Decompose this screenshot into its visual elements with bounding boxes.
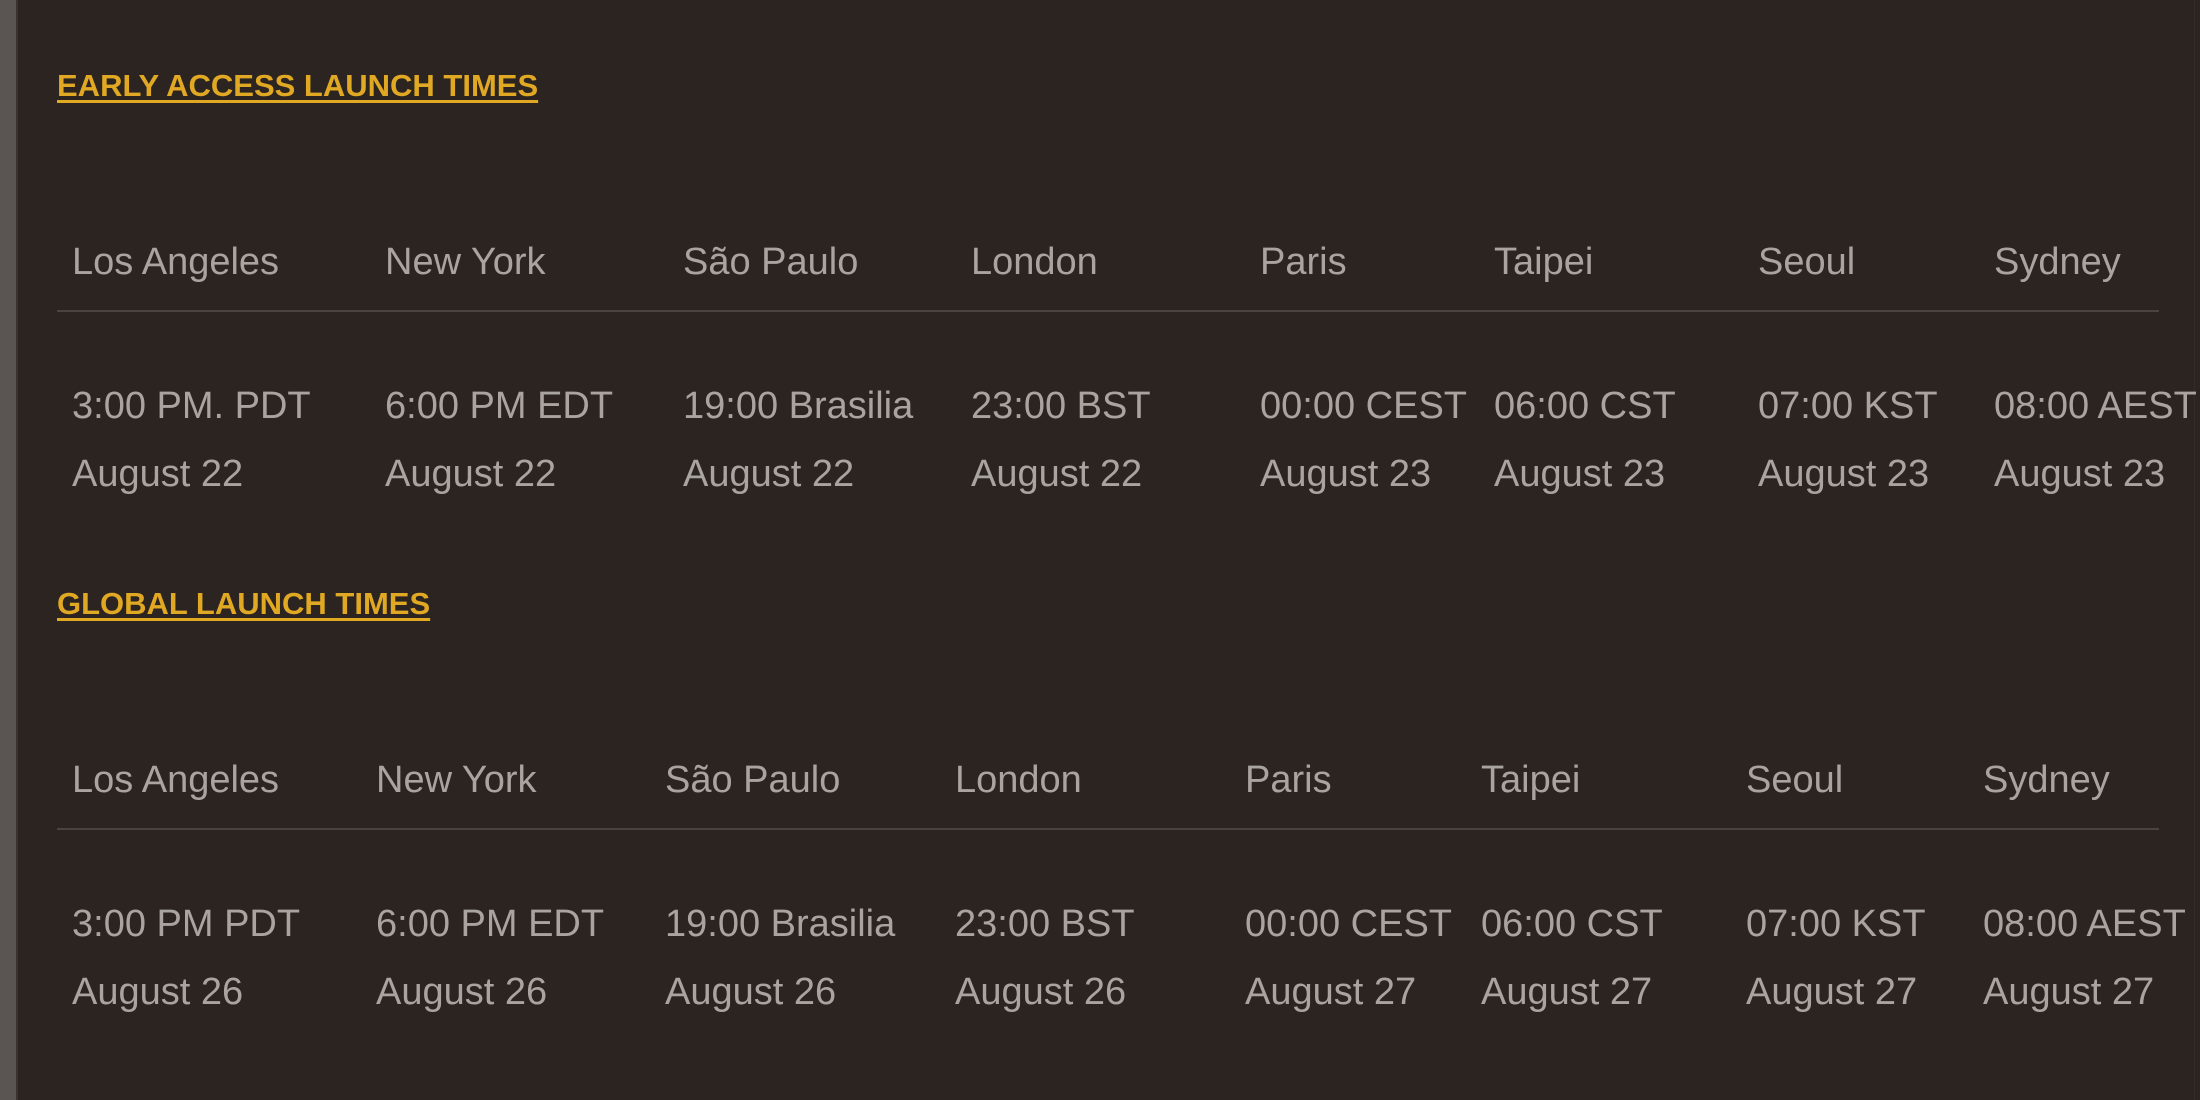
right-edge: [2194, 0, 2195, 1100]
launch-time: 08:00 AEST: [1994, 385, 2197, 427]
time-cell: 00:00 CEST August 23: [1245, 311, 1479, 508]
time-cell: 3:00 PM. PDT August 22: [57, 311, 370, 508]
table-row: 3:00 PM PDT August 26 6:00 PM EDT August 2…: [57, 829, 2186, 1026]
time-cell: 07:00 KST August 27: [1731, 829, 1968, 1026]
launch-date: August 27: [1983, 971, 2155, 1013]
launch-time: 07:00 KST: [1746, 903, 1926, 945]
time-cell: 6:00 PM EDT August 22: [370, 311, 668, 508]
launch-time: 3:00 PM. PDT: [72, 385, 311, 427]
launch-time: 3:00 PM PDT: [72, 903, 301, 945]
launch-date: August 22: [72, 453, 244, 495]
city-header: São Paulo: [650, 758, 940, 830]
city-header: Sydney: [1968, 758, 2159, 830]
table-row: 3:00 PM. PDT August 22 6:00 PM EDT August …: [57, 311, 2197, 508]
launch-date: August 26: [955, 971, 1127, 1013]
launch-time: 23:00 BST: [971, 385, 1151, 427]
table-header-row: Los Angeles New York São Paulo London Pa…: [57, 240, 2159, 312]
launch-time: 06:00 CST: [1494, 385, 1676, 427]
launch-date: August 26: [72, 971, 244, 1013]
launch-date: August 26: [376, 971, 548, 1013]
city-header: Sydney: [1979, 240, 2159, 312]
time-cell: 3:00 PM PDT August 26: [57, 829, 361, 1026]
city-header: Seoul: [1731, 758, 1968, 830]
time-cell: 06:00 CST August 27: [1466, 829, 1731, 1026]
launch-time: 00:00 CEST: [1245, 903, 1452, 945]
launch-time: 19:00 Brasilia: [665, 903, 896, 945]
launch-date: August 26: [665, 971, 837, 1013]
time-cell: 08:00 AEST August 27: [1968, 829, 2186, 1026]
launch-time: 19:00 Brasilia: [683, 385, 914, 427]
city-header: Paris: [1230, 758, 1466, 830]
time-cell: 19:00 Brasilia August 26: [650, 829, 940, 1026]
city-header: Los Angeles: [57, 240, 370, 312]
city-header: São Paulo: [668, 240, 956, 312]
city-header: Taipei: [1479, 240, 1743, 312]
launch-date: August 27: [1746, 971, 1918, 1013]
launch-time: 00:00 CEST: [1260, 385, 1467, 427]
city-header: New York: [361, 758, 650, 830]
time-cell: 23:00 BST August 26: [940, 829, 1230, 1026]
launch-date: August 22: [971, 453, 1143, 495]
launch-date: August 27: [1245, 971, 1417, 1013]
launch-date: August 23: [1994, 453, 2166, 495]
table-header-row: Los Angeles New York São Paulo London Pa…: [57, 758, 2159, 830]
launch-date: August 22: [683, 453, 855, 495]
time-cell: 19:00 Brasilia August 22: [668, 311, 956, 508]
launch-time: 06:00 CST: [1481, 903, 1663, 945]
launch-time: 08:00 AEST: [1983, 903, 2186, 945]
time-cell: 00:00 CEST August 27: [1230, 829, 1466, 1026]
time-cell: 06:00 CST August 23: [1479, 311, 1743, 508]
time-cell: 23:00 BST August 22: [956, 311, 1245, 508]
city-header: Paris: [1245, 240, 1479, 312]
launch-date: August 23: [1494, 453, 1666, 495]
launch-time: 07:00 KST: [1758, 385, 1938, 427]
city-header: London: [940, 758, 1230, 830]
launch-date: August 23: [1758, 453, 1930, 495]
city-header: London: [956, 240, 1245, 312]
time-cell: 08:00 AEST August 23: [1979, 311, 2197, 508]
launch-time: 6:00 PM EDT: [376, 903, 605, 945]
city-header: Seoul: [1743, 240, 1979, 312]
city-header: Taipei: [1466, 758, 1731, 830]
city-header: New York: [370, 240, 668, 312]
launch-date: August 23: [1260, 453, 1432, 495]
early-access-heading[interactable]: EARLY ACCESS LAUNCH TIMES: [57, 68, 538, 104]
launch-date: August 27: [1481, 971, 1653, 1013]
launch-date: August 22: [385, 453, 557, 495]
early-access-times-table: Los Angeles New York São Paulo London Pa…: [57, 240, 2197, 508]
launch-time: 6:00 PM EDT: [385, 385, 614, 427]
time-cell: 6:00 PM EDT August 26: [361, 829, 650, 1026]
city-header: Los Angeles: [57, 758, 361, 830]
launch-time: 23:00 BST: [955, 903, 1135, 945]
left-rail: [0, 0, 18, 1100]
time-cell: 07:00 KST August 23: [1743, 311, 1979, 508]
global-launch-times-table: Los Angeles New York São Paulo London Pa…: [57, 758, 2186, 1026]
global-launch-heading[interactable]: GLOBAL LAUNCH TIMES: [57, 586, 430, 622]
